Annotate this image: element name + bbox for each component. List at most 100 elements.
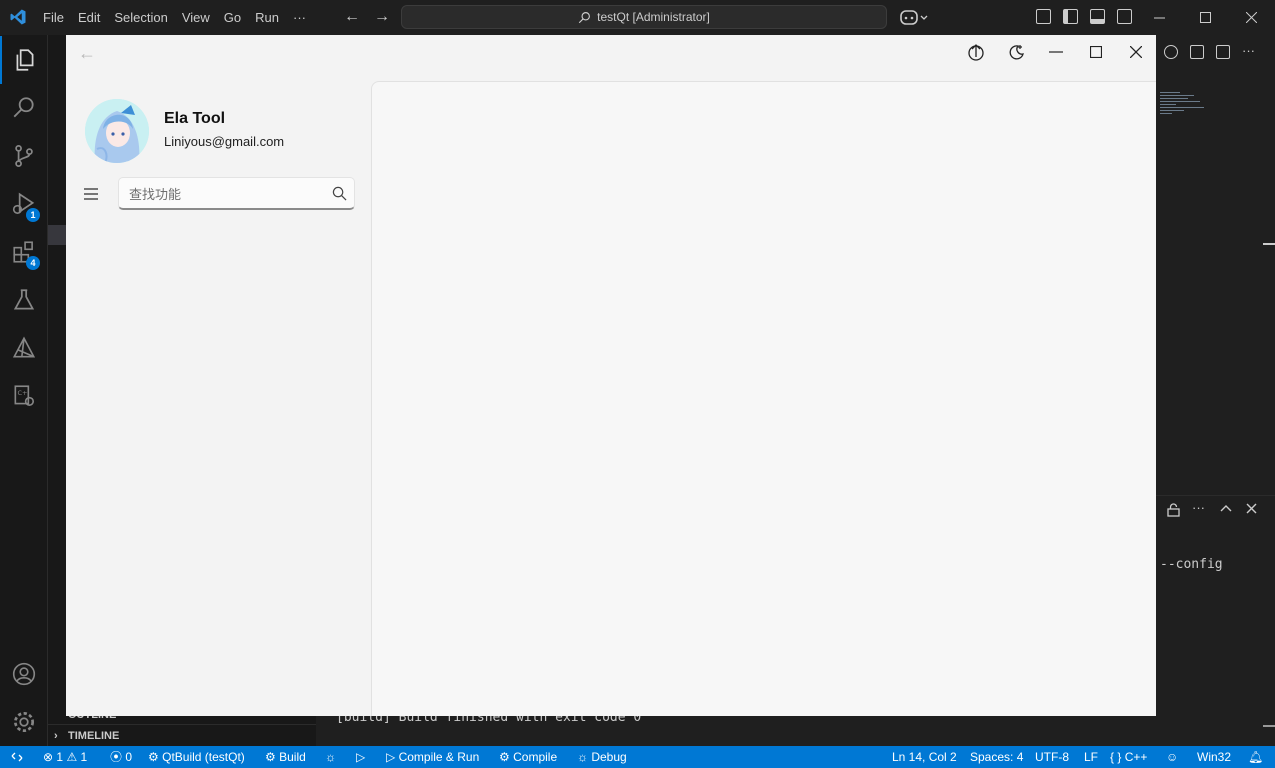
side-bar-selection [48,225,66,245]
bug-icon: ☼ [577,750,588,764]
scrollbar-marker [1263,725,1275,727]
chevron-up-icon[interactable] [1220,504,1232,512]
lock-icon[interactable] [1167,503,1180,517]
remote-settings-icon[interactable]: C+ [0,372,48,420]
menu-view[interactable]: View [175,0,217,35]
indentation[interactable]: Spaces: 4 [970,746,1023,768]
menu-more[interactable]: ··· [286,0,313,35]
menu-run[interactable]: Run [248,0,286,35]
forward-arrow-icon[interactable]: → [374,8,390,26]
user-name: Ela Tool [164,110,226,127]
debug-bug-button[interactable]: ☼ [325,746,336,768]
menu-go[interactable]: Go [217,0,248,35]
ports-count: 0 [125,750,133,764]
toggle-primary-sidebar-icon[interactable] [1063,9,1078,24]
command-center[interactable]: testQt [Administrator] [401,5,887,29]
vscode-logo-icon[interactable] [9,8,27,26]
explorer-icon[interactable] [0,36,48,84]
search-icon [578,11,591,23]
toggle-secondary-sidebar-icon[interactable] [1117,9,1132,24]
source-control-icon[interactable] [0,132,48,180]
problems-status[interactable]: ⊗ 1 ⚠ 1 [43,746,87,768]
error-count: 1 [56,750,64,764]
cmake-icon[interactable] [0,324,48,372]
minimize-icon[interactable] [1038,39,1074,65]
braces-icon: { } [1110,750,1122,764]
compile-run-button[interactable]: ▷ Compile & Run [386,746,479,768]
broadcast-icon: ⦿ [110,750,123,764]
more-icon[interactable]: ··· [1192,500,1205,515]
maximize-icon[interactable] [1078,39,1114,65]
user-avatar[interactable] [85,99,149,163]
content-area [371,81,1156,716]
copilot-status-icon[interactable]: ☺ [1166,746,1178,768]
pin-top-icon[interactable] [958,39,994,65]
warning-count: 1 [80,750,88,764]
chevron-right-icon: › [54,730,58,742]
debug-badge: 1 [26,208,40,222]
ports-status[interactable]: ⦿ 0 [110,746,132,768]
download-icon[interactable] [1190,45,1204,59]
menu-bar: File Edit Selection View Go Run ··· [36,0,313,35]
language-label: C++ [1124,750,1148,764]
notifications-bell-icon[interactable]: 🔔︎ [1248,746,1263,768]
testing-flask-icon[interactable] [0,276,48,324]
debug-label: Debug [591,750,627,764]
cursor-position[interactable]: Ln 14, Col 2 [892,746,957,768]
menu-selection[interactable]: Selection [107,0,174,35]
maximize-icon[interactable] [1182,0,1228,35]
search-box[interactable] [118,177,355,210]
search-input[interactable] [129,185,319,203]
run-button[interactable]: ▷ [356,746,365,768]
end-of-line[interactable]: LF [1084,746,1098,768]
copilot-icon[interactable] [899,8,929,28]
user-email: Liniyous@gmail.com [164,134,285,149]
close-icon[interactable] [1228,0,1274,35]
remote-icon[interactable] [0,746,34,768]
accounts-icon[interactable] [0,650,48,698]
debug-button[interactable]: ☼ Debug [577,746,627,768]
terminal-toolbar: ··· [1156,495,1275,523]
warning-icon: ⚠ [66,750,78,764]
editor-area [1156,35,1275,705]
build-button[interactable]: ⚙ Build [265,746,306,768]
manage-gear-icon[interactable] [0,698,48,746]
split-editor-icon[interactable] [1216,45,1230,59]
menu-edit[interactable]: Edit [71,0,107,35]
qtbuild-label: QtBuild (testQt) [162,750,245,764]
back-arrow-icon[interactable]: ← [344,8,360,26]
search-activity-icon[interactable] [0,84,48,132]
vscode-title-bar: File Edit Selection View Go Run ··· ← → … [0,0,1275,35]
qtbuild-status[interactable]: ⚙ QtBuild (testQt) [148,746,245,768]
more-actions-icon[interactable]: ··· [1242,44,1255,59]
minimap[interactable] [1160,92,1208,122]
back-arrow-icon[interactable]: ← [78,43,96,64]
ela-tool-window: ← Ela Tool Liniyous@gmail.com [66,35,1156,716]
compile-label: Compile [513,750,558,764]
side-bar [48,35,66,746]
toggle-panel-icon[interactable] [1090,9,1105,24]
hamburger-menu-icon[interactable] [83,187,99,201]
platform[interactable]: Win32 [1197,746,1231,768]
compile-button[interactable]: ⚙ Compile [499,746,557,768]
run-debug-icon[interactable]: 1 [0,180,48,228]
qt-icon: ⚙ [148,750,159,764]
close-icon[interactable] [1118,39,1154,65]
svg-text:C+: C+ [18,389,28,397]
timeline-section[interactable]: › TIMELINE [48,724,316,746]
activity-bar: 1 4 C+ [0,35,48,746]
encoding[interactable]: UTF-8 [1035,746,1069,768]
minimize-icon[interactable] [1136,0,1182,35]
compile-run-label: Compile & Run [398,750,480,764]
extensions-icon[interactable]: 4 [0,228,48,276]
scrollbar-marker [1263,243,1275,245]
play-icon: ▷ [356,750,366,764]
settings-gear-icon[interactable] [1164,45,1178,59]
theme-toggle-icon[interactable] [998,39,1034,65]
customize-layout-icon[interactable] [1036,9,1051,24]
timeline-label: TIMELINE [68,730,120,742]
language-mode[interactable]: { } C++ [1110,746,1147,768]
search-icon[interactable] [332,186,347,201]
close-panel-icon[interactable] [1246,503,1257,514]
menu-file[interactable]: File [36,0,71,35]
